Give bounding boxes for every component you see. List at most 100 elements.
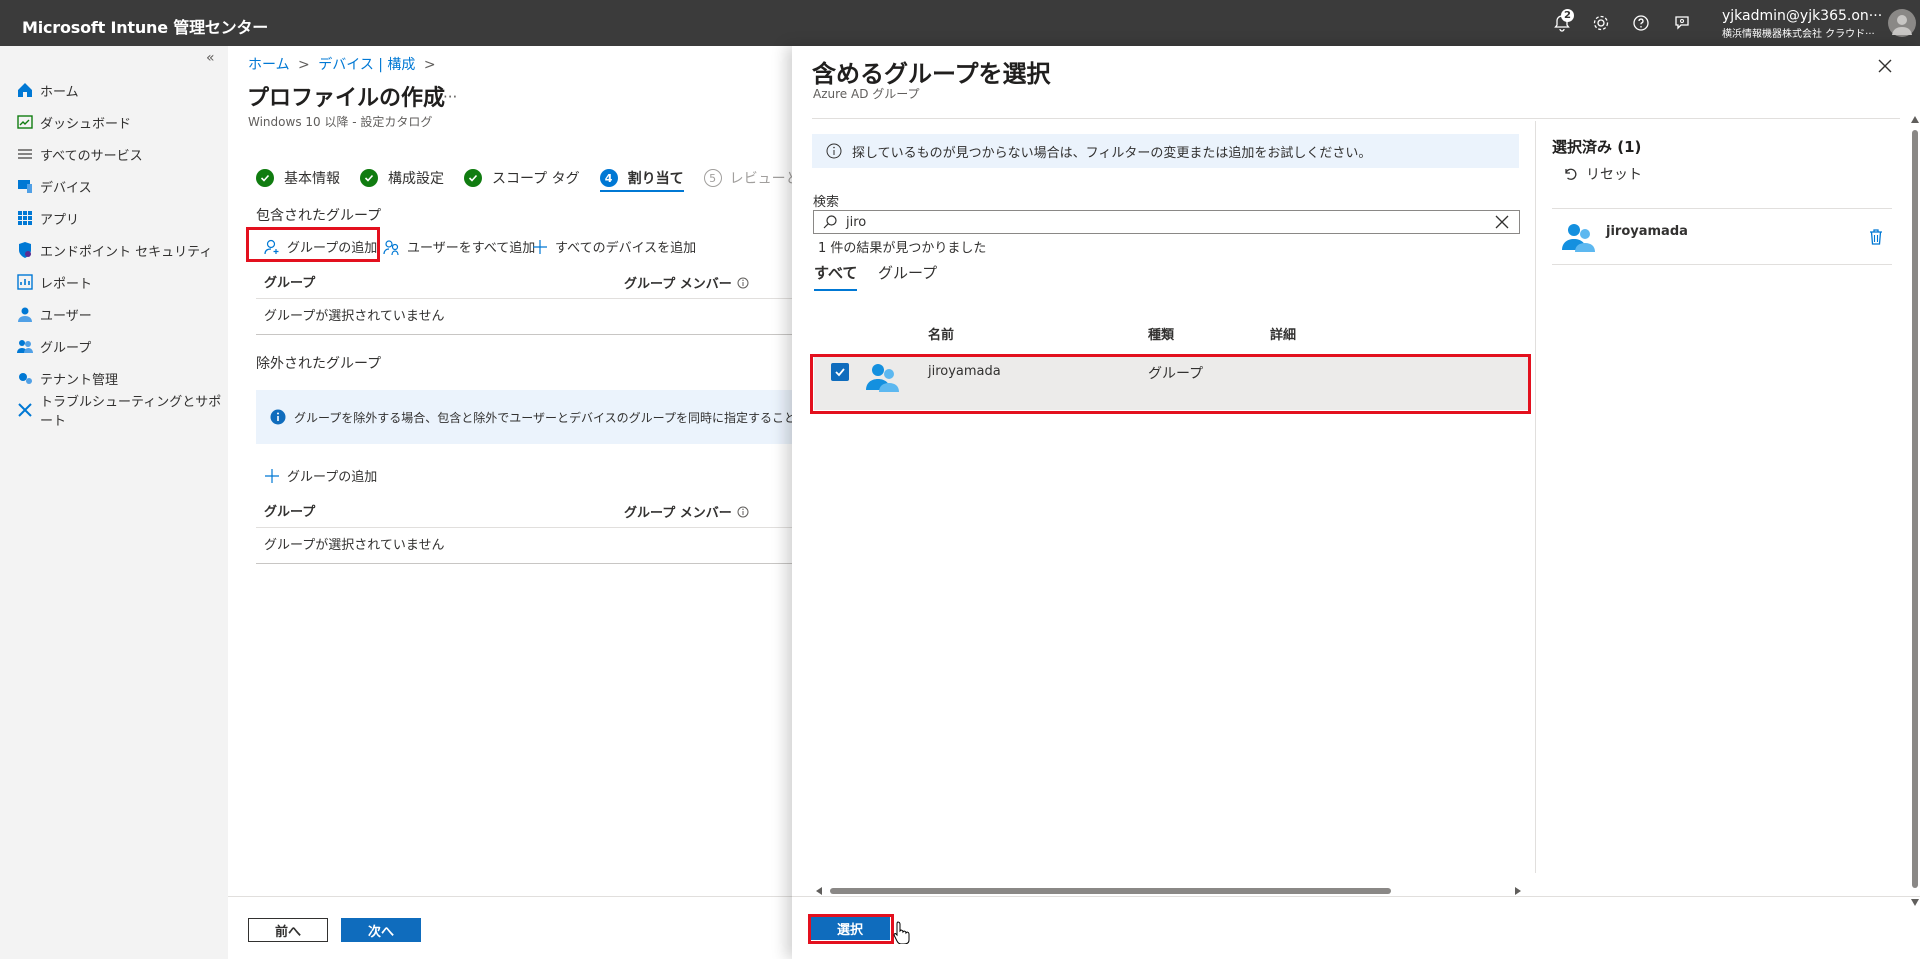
tab-groups[interactable]: グループ bbox=[878, 262, 937, 283]
plus-icon bbox=[265, 468, 279, 483]
notification-badge: 2 bbox=[1561, 9, 1574, 22]
step-label: スコープ タグ bbox=[492, 171, 580, 187]
sidebar-item-label: ユーザー bbox=[40, 308, 92, 324]
selected-title: 選択済み (1) bbox=[1552, 138, 1642, 156]
breadcrumb-home[interactable]: ホーム bbox=[248, 57, 290, 73]
select-groups-panel: 含めるグループを選択 Azure AD グループ 探しているものが見つからない場… bbox=[792, 46, 1920, 959]
highlight-box bbox=[808, 914, 894, 944]
filter-info-bar: 探しているものが見つからない場合は、フィルターの変更または追加をお試しください。 bbox=[812, 134, 1519, 168]
excluded-groups-title: 除外されたグループ bbox=[256, 356, 382, 372]
panel-title: 含めるグループを選択 bbox=[812, 60, 1051, 88]
divider bbox=[812, 118, 1900, 119]
sidebar-item-users[interactable]: ユーザー bbox=[0, 300, 228, 328]
add-all-users-label: ユーザーをすべて追加 bbox=[407, 241, 536, 256]
add-all-devices-button[interactable]: すべてのデバイスを追加 bbox=[531, 237, 696, 256]
breadcrumb-separator: > bbox=[423, 57, 436, 73]
sidebar-item-label: テナント管理 bbox=[40, 372, 119, 388]
step-scope-tags[interactable]: スコープ タグ bbox=[464, 168, 580, 188]
info-icon[interactable] bbox=[737, 506, 749, 518]
breadcrumb: ホーム > デバイス | 構成 > bbox=[248, 54, 440, 74]
divider bbox=[256, 298, 792, 299]
user-org: 横浜情報機器株式会社 クラウド··· bbox=[1722, 29, 1875, 40]
search-icon bbox=[823, 215, 837, 229]
sidebar-item-label: エンドポイント セキュリティ bbox=[40, 244, 213, 260]
result-count: 1 件の結果が見つかりました bbox=[818, 241, 987, 256]
list-icon bbox=[18, 149, 32, 159]
panel-divider bbox=[1535, 121, 1536, 873]
account-info[interactable]: yjkadmin@yjk365.on··· 横浜情報機器株式会社 クラウド··· bbox=[1722, 8, 1882, 40]
home-icon bbox=[18, 83, 32, 97]
add-all-devices-label: すべてのデバイスを追加 bbox=[555, 241, 697, 256]
step-config[interactable]: 構成設定 bbox=[360, 168, 444, 188]
sidebar-item-endpoint-security[interactable]: エンドポイント セキュリティ bbox=[0, 236, 228, 264]
no-group-message: グループが選択されていません bbox=[264, 538, 445, 553]
column-header-type: 種類 bbox=[1148, 328, 1175, 343]
reset-label: リセット bbox=[1586, 167, 1642, 183]
selected-item-name: jiroyamada bbox=[1606, 224, 1688, 239]
excluded-add-group-button[interactable]: グループの追加 bbox=[263, 466, 377, 485]
sidebar-item-label: デバイス bbox=[40, 180, 92, 196]
column-header-name: 名前 bbox=[928, 328, 955, 343]
reset-button[interactable]: リセット bbox=[1562, 164, 1642, 184]
sidebar-item-reports[interactable]: レポート bbox=[0, 268, 228, 296]
footer-divider bbox=[228, 896, 792, 897]
sidebar-item-devices[interactable]: デバイス bbox=[0, 172, 228, 200]
column-header-detail: 詳細 bbox=[1270, 328, 1297, 343]
step-assignments[interactable]: 4 割り当て bbox=[599, 168, 684, 192]
tab-all[interactable]: すべて bbox=[814, 262, 858, 291]
search-value: jiro bbox=[846, 214, 867, 230]
feedback-icon[interactable] bbox=[1672, 13, 1692, 33]
more-button[interactable]: ··· bbox=[443, 88, 457, 106]
sidebar-item-troubleshooting[interactable]: トラブルシューティングとサポート bbox=[0, 395, 228, 429]
check-icon bbox=[360, 169, 378, 187]
filter-info-text: 探しているものが見つからない場合は、フィルターの変更または追加をお試しください。 bbox=[852, 145, 1372, 161]
wizard-steps: 基本情報 構成設定 スコープ タグ 4 割り当て 5 レビューと作成 bbox=[256, 164, 848, 192]
sidebar-item-label: すべてのサービス bbox=[40, 148, 143, 164]
sidebar-item-label: トラブルシューティングとサポート bbox=[40, 395, 222, 429]
sidebar-item-dashboard[interactable]: ダッシュボード bbox=[0, 108, 228, 136]
hand-cursor-icon bbox=[893, 921, 910, 944]
sidebar-item-label: ホーム bbox=[40, 84, 79, 100]
step-label: 割り当て bbox=[627, 171, 684, 187]
horizontal-scrollbar[interactable] bbox=[816, 886, 1521, 896]
info-icon[interactable] bbox=[737, 277, 749, 289]
gear-icon[interactable] bbox=[1591, 13, 1611, 33]
avatar[interactable] bbox=[1888, 9, 1916, 37]
app-title[interactable]: Microsoft Intune 管理センター bbox=[22, 14, 268, 38]
vertical-scrollbar[interactable] bbox=[1910, 116, 1920, 946]
sidebar-item-groups[interactable]: グループ bbox=[0, 332, 228, 360]
close-icon[interactable] bbox=[1877, 58, 1893, 74]
sidebar-item-label: アプリ bbox=[40, 212, 80, 228]
highlight-box bbox=[246, 227, 380, 262]
collapse-sidebar-button[interactable]: « bbox=[206, 50, 215, 66]
breadcrumb-devices-config[interactable]: デバイス | 構成 bbox=[318, 57, 415, 73]
footer-divider bbox=[792, 896, 1920, 897]
add-all-users-button[interactable]: ユーザーをすべて追加 bbox=[383, 237, 535, 256]
column-header-group: グループ bbox=[264, 276, 316, 291]
trash-icon[interactable] bbox=[1868, 228, 1884, 246]
no-group-message: グループが選択されていません bbox=[264, 309, 445, 324]
sidebar-item-all-services[interactable]: すべてのサービス bbox=[0, 140, 228, 168]
clear-icon[interactable] bbox=[1495, 215, 1509, 229]
next-button[interactable]: 次へ bbox=[341, 918, 421, 942]
group-icon bbox=[17, 340, 33, 353]
step-number: 4 bbox=[599, 169, 618, 187]
divider bbox=[1552, 208, 1892, 209]
step-label: 基本情報 bbox=[284, 171, 340, 187]
sidebar-item-home[interactable]: ホーム bbox=[0, 76, 228, 104]
sidebar-item-label: レポート bbox=[40, 276, 93, 292]
info-icon bbox=[826, 143, 842, 159]
column-header-members: グループ メンバー bbox=[624, 273, 749, 292]
prev-button[interactable]: 前へ bbox=[248, 918, 328, 942]
shield-icon bbox=[19, 242, 31, 258]
users-icon bbox=[383, 239, 399, 255]
breadcrumb-separator: > bbox=[298, 57, 310, 73]
divider bbox=[1552, 264, 1892, 265]
help-icon[interactable] bbox=[1631, 13, 1651, 33]
step-basics[interactable]: 基本情報 bbox=[256, 168, 340, 188]
included-groups-title: 包含されたグループ bbox=[256, 208, 382, 224]
selected-item: jiroyamada bbox=[1560, 216, 1892, 266]
sidebar-item-apps[interactable]: アプリ bbox=[0, 204, 228, 232]
search-input[interactable]: jiro bbox=[813, 210, 1520, 234]
sidebar-item-tenant-admin[interactable]: テナント管理 bbox=[0, 364, 228, 392]
